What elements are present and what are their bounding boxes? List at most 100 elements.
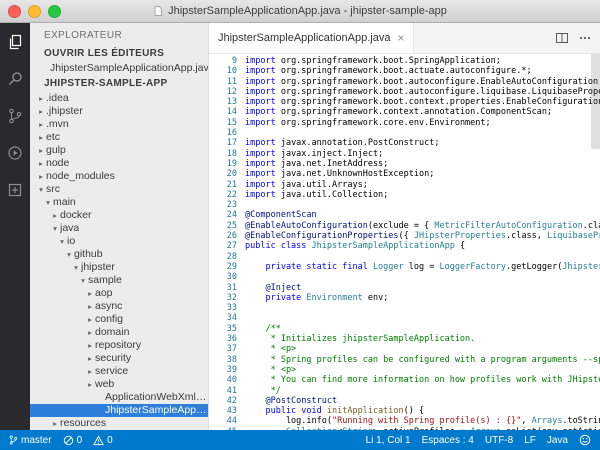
tree-item[interactable]: ▸config bbox=[30, 313, 208, 326]
tab-bar: JhipsterSampleApplicationApp.java × bbox=[209, 23, 600, 54]
chevron-down-icon[interactable]: ▾ bbox=[57, 235, 67, 248]
status-warnings[interactable]: 0 bbox=[93, 435, 113, 446]
code-line: /** bbox=[245, 324, 600, 334]
code-line bbox=[245, 313, 600, 323]
line-number: 35 bbox=[209, 324, 237, 334]
tree-item[interactable]: ▾main bbox=[30, 196, 208, 209]
tree-item[interactable]: JhipsterSampleApplicationApp.java bbox=[30, 404, 208, 417]
close-button[interactable] bbox=[8, 5, 21, 18]
chevron-right-icon[interactable]: ▸ bbox=[85, 287, 95, 300]
tree-item[interactable]: ▸async bbox=[30, 300, 208, 313]
chevron-right-icon[interactable]: ▸ bbox=[36, 131, 46, 144]
line-number: 9 bbox=[209, 56, 237, 66]
tree-item[interactable]: ▸web bbox=[30, 378, 208, 391]
chevron-right-icon[interactable]: ▸ bbox=[36, 170, 46, 183]
tree-item[interactable]: ▾sample bbox=[30, 274, 208, 287]
chevron-right-icon[interactable]: ▸ bbox=[36, 92, 46, 105]
chevron-right-icon[interactable]: ▸ bbox=[85, 378, 95, 391]
line-number: 32 bbox=[209, 293, 237, 303]
tree-item[interactable]: ▸node bbox=[30, 157, 208, 170]
split-editor-icon[interactable] bbox=[555, 31, 569, 45]
chevron-right-icon[interactable]: ▸ bbox=[50, 417, 60, 430]
activity-item-source-control[interactable] bbox=[4, 105, 26, 127]
tree-item[interactable]: ▸domain bbox=[30, 326, 208, 339]
status-indentation[interactable]: Espaces : 4 bbox=[422, 435, 474, 446]
status-encoding[interactable]: UTF-8 bbox=[485, 435, 513, 446]
tree-item[interactable]: ▸repository bbox=[30, 339, 208, 352]
tab-jhipster-sample-application-app[interactable]: JhipsterSampleApplicationApp.java × bbox=[209, 23, 414, 53]
more-icon[interactable] bbox=[578, 31, 592, 45]
chevron-down-icon[interactable]: ▾ bbox=[50, 222, 60, 235]
tree-item[interactable]: ▸service bbox=[30, 365, 208, 378]
close-tab-icon[interactable]: × bbox=[397, 32, 404, 44]
status-git-branch[interactable]: master bbox=[9, 434, 52, 446]
activity-item-extensions[interactable] bbox=[4, 179, 26, 201]
minimize-button[interactable] bbox=[28, 5, 41, 18]
chevron-right-icon[interactable]: ▸ bbox=[85, 326, 95, 339]
tree-item[interactable]: ▾java bbox=[30, 222, 208, 235]
code-line: import java.util.Arrays; bbox=[245, 180, 600, 190]
status-cursor-position[interactable]: Li 1, Col 1 bbox=[366, 435, 411, 446]
tree-item[interactable]: ▸etc bbox=[30, 131, 208, 144]
chevron-right-icon[interactable]: ▸ bbox=[85, 365, 95, 378]
project-header[interactable]: JHIPSTER-SAMPLE-APP bbox=[30, 76, 208, 91]
code-line: @EnableAutoConfiguration(exclude = { Met… bbox=[245, 221, 600, 231]
tree-item[interactable]: ▸security bbox=[30, 352, 208, 365]
tree-item[interactable]: ▸.mvn bbox=[30, 118, 208, 131]
zoom-button[interactable] bbox=[48, 5, 61, 18]
chevron-right-icon[interactable]: ▸ bbox=[50, 209, 60, 222]
tree-item[interactable]: ▸resources bbox=[30, 417, 208, 430]
activity-item-search[interactable] bbox=[4, 68, 26, 90]
status-feedback[interactable] bbox=[579, 434, 591, 446]
status-eol[interactable]: LF bbox=[524, 435, 536, 446]
chevron-right-icon[interactable]: ▸ bbox=[36, 118, 46, 131]
tree-item[interactable]: ▸.jhipster bbox=[30, 105, 208, 118]
tree-item[interactable]: ▸node_modules bbox=[30, 170, 208, 183]
chevron-down-icon[interactable]: ▾ bbox=[71, 261, 81, 274]
line-number: 16 bbox=[209, 128, 237, 138]
open-editor-item[interactable]: JhipsterSampleApplicationApp.javasrc/m..… bbox=[30, 61, 208, 76]
chevron-right-icon[interactable]: ▸ bbox=[85, 313, 95, 326]
line-number: 29 bbox=[209, 262, 237, 272]
tree-item-label: .jhipster bbox=[46, 105, 83, 118]
tree-item-label: aop bbox=[95, 287, 113, 300]
activity-item-explorer[interactable] bbox=[4, 31, 26, 53]
line-number: 10 bbox=[209, 66, 237, 76]
tree-item[interactable]: ▸aop bbox=[30, 287, 208, 300]
line-number: 43 bbox=[209, 406, 237, 416]
chevron-down-icon[interactable]: ▾ bbox=[64, 248, 74, 261]
code-line: public void initApplication() { bbox=[245, 406, 600, 416]
chevron-right-icon[interactable]: ▸ bbox=[85, 352, 95, 365]
status-errors[interactable]: 0 bbox=[63, 435, 83, 446]
chevron-right-icon[interactable]: ▸ bbox=[85, 300, 95, 313]
tree-item[interactable]: ▸docker bbox=[30, 209, 208, 222]
chevron-right-icon[interactable]: ▸ bbox=[36, 144, 46, 157]
tree-item[interactable]: ▾src bbox=[30, 183, 208, 196]
tree-item[interactable]: ▾github bbox=[30, 248, 208, 261]
code-line bbox=[245, 252, 600, 262]
editor-scrollbar[interactable] bbox=[591, 54, 600, 149]
chevron-down-icon[interactable]: ▾ bbox=[43, 196, 53, 209]
tree-item[interactable]: ▾jhipster bbox=[30, 261, 208, 274]
code-line: import org.springframework.boot.autoconf… bbox=[245, 87, 600, 97]
tab-label: JhipsterSampleApplicationApp.java bbox=[218, 32, 390, 44]
open-editors-header[interactable]: OUVRIR LES ÉDITEURS bbox=[30, 46, 208, 61]
chevron-right-icon[interactable]: ▸ bbox=[36, 157, 46, 170]
chevron-down-icon[interactable]: ▾ bbox=[78, 274, 88, 287]
tree-item-label: node bbox=[46, 157, 69, 170]
activity-item-debug[interactable] bbox=[4, 142, 26, 164]
code-editor[interactable]: 9101112131415161718192021222324252627282… bbox=[209, 54, 600, 430]
tree-item[interactable]: ▸gulp bbox=[30, 144, 208, 157]
tree-item-label: main bbox=[53, 196, 76, 209]
tree-item[interactable]: ▾io bbox=[30, 235, 208, 248]
chevron-right-icon[interactable]: ▸ bbox=[36, 105, 46, 118]
status-language-mode[interactable]: Java bbox=[547, 435, 568, 446]
tree-item[interactable]: ▸.idea bbox=[30, 92, 208, 105]
extensions-icon bbox=[6, 181, 24, 199]
chevron-down-icon[interactable]: ▾ bbox=[36, 183, 46, 196]
tree-item-label: .mvn bbox=[46, 118, 69, 131]
code-line: import javax.inject.Inject; bbox=[245, 149, 600, 159]
tree-item[interactable]: ApplicationWebXml.java bbox=[30, 391, 208, 404]
code-content[interactable]: import org.springframework.boot.SpringAp… bbox=[245, 54, 600, 430]
chevron-right-icon[interactable]: ▸ bbox=[85, 339, 95, 352]
